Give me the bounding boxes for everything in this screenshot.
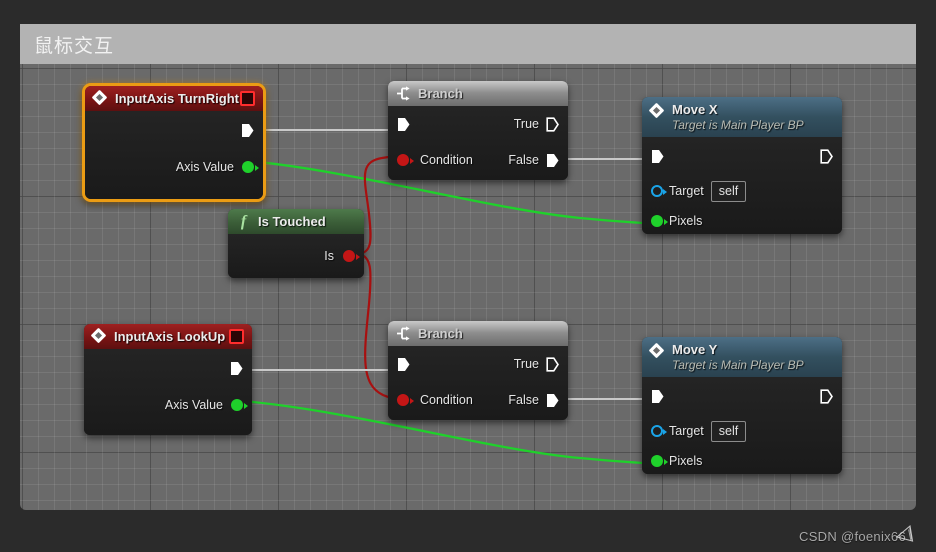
- pin-row-exec[interactable]: [642, 377, 842, 415]
- pin-label-condition: Condition: [420, 393, 473, 407]
- float-output-pin[interactable]: [231, 399, 248, 411]
- pin-label-pixels: Pixels: [669, 213, 703, 228]
- node-body: Target self Pixels: [642, 377, 842, 474]
- pin-row-target[interactable]: Target self: [642, 175, 842, 207]
- pin-row-exec[interactable]: True: [388, 346, 568, 382]
- exec-output-pin[interactable]: [241, 123, 254, 138]
- watermark: CSDN @foenix66: [799, 524, 914, 544]
- blueprint-window: 鼠标交互 InputAxis TurnRight Axis Value Bran…: [0, 0, 936, 552]
- node-title: Branch: [418, 326, 463, 341]
- exec-input-pin[interactable]: [651, 389, 664, 404]
- pin-row-target[interactable]: Target self: [642, 415, 842, 447]
- node-body: Is: [228, 234, 364, 278]
- pin-row-exec[interactable]: True: [388, 106, 568, 142]
- exec-output-pin-true[interactable]: [546, 116, 559, 132]
- node-move-x[interactable]: Move X Target is Main Player BP Target s…: [642, 97, 842, 234]
- exec-output-pin[interactable]: [230, 361, 243, 376]
- float-input-pin-pixels[interactable]: [651, 454, 668, 467]
- bool-input-pin-condition[interactable]: [397, 394, 414, 406]
- node-body: True Condition False: [388, 346, 568, 420]
- event-stop-square-icon[interactable]: [229, 329, 244, 344]
- exec-output-pin-true[interactable]: [546, 356, 559, 372]
- node-title: InputAxis LookUp: [114, 329, 226, 344]
- event-diamond-icon: [92, 90, 109, 107]
- node-header: Move Y Target is Main Player BP: [642, 337, 842, 377]
- blueprint-graph-canvas[interactable]: InputAxis TurnRight Axis Value Branch Tr…: [20, 64, 916, 510]
- node-input-axis-turn-right[interactable]: InputAxis TurnRight Axis Value: [82, 83, 266, 202]
- pin-label-target: Target: [669, 424, 704, 438]
- node-body: Axis Value: [84, 349, 252, 435]
- pin-label-true: True: [513, 357, 539, 371]
- pin-row-exec-out[interactable]: [84, 349, 252, 387]
- pin-row-exec[interactable]: [642, 137, 842, 175]
- exec-output-pin[interactable]: [820, 148, 833, 164]
- watermark-text: CSDN @foenix66: [799, 529, 906, 544]
- exec-input-pin[interactable]: [397, 117, 410, 132]
- bool-output-pin-is[interactable]: [343, 250, 360, 262]
- pin-label-false: False: [508, 393, 539, 407]
- event-stop-square-icon[interactable]: [240, 91, 255, 106]
- event-diamond-icon: [91, 328, 108, 345]
- node-branch-top[interactable]: Branch True Condition False: [388, 81, 568, 180]
- exec-output-pin-false[interactable]: [546, 153, 559, 168]
- node-header: Branch: [388, 321, 568, 346]
- bool-input-pin-condition[interactable]: [397, 154, 414, 166]
- window-titlebar: 鼠标交互: [20, 24, 916, 64]
- node-header: Move X Target is Main Player BP: [642, 97, 842, 137]
- function-diamond-icon: [649, 103, 666, 120]
- pin-row-exec-out[interactable]: [85, 111, 263, 149]
- target-value-field[interactable]: self: [710, 180, 747, 202]
- node-move-y[interactable]: Move Y Target is Main Player BP Target s…: [642, 337, 842, 474]
- csdn-logo-icon: [892, 524, 914, 544]
- pin-label-axis-value: Axis Value: [175, 160, 234, 174]
- pin-label-condition: Condition: [420, 153, 473, 167]
- node-title: Branch: [418, 86, 463, 101]
- pin-row-pixels[interactable]: Pixels: [642, 207, 842, 234]
- exec-output-pin[interactable]: [820, 388, 833, 404]
- node-input-axis-lookup[interactable]: InputAxis LookUp Axis Value: [84, 324, 252, 435]
- target-value-field[interactable]: self: [710, 420, 747, 442]
- float-input-pin-pixels[interactable]: [651, 214, 668, 227]
- node-subtitle: Target is Main Player BP: [672, 118, 804, 132]
- pin-label-is: Is: [324, 249, 334, 263]
- pin-label-axis-value: Axis Value: [164, 398, 223, 412]
- node-header: InputAxis TurnRight: [85, 86, 263, 111]
- object-input-pin-target[interactable]: [651, 425, 667, 437]
- node-subtitle: Target is Main Player BP: [672, 358, 804, 372]
- function-diamond-icon: [649, 343, 666, 360]
- exec-output-pin-false[interactable]: [546, 393, 559, 408]
- node-title: Is Touched: [258, 214, 326, 229]
- node-header: InputAxis LookUp: [84, 324, 252, 349]
- node-header: Branch: [388, 81, 568, 106]
- node-header: f Is Touched: [228, 209, 364, 234]
- pin-row-axis-value[interactable]: Axis Value: [85, 149, 263, 185]
- function-f-icon: f: [240, 213, 247, 230]
- exec-input-pin[interactable]: [397, 357, 410, 372]
- node-title: InputAxis TurnRight: [115, 91, 239, 106]
- page-title: 鼠标交互: [34, 35, 115, 57]
- branch-icon: [395, 85, 412, 102]
- node-body: Axis Value: [85, 111, 263, 199]
- node-body: Target self Pixels: [642, 137, 842, 234]
- pin-label-pixels: Pixels: [669, 453, 703, 468]
- object-input-pin-target[interactable]: [651, 185, 667, 197]
- pin-row-condition[interactable]: Condition False: [388, 382, 568, 418]
- pin-row-condition[interactable]: Condition False: [388, 142, 568, 178]
- node-body: True Condition False: [388, 106, 568, 180]
- exec-input-pin[interactable]: [651, 149, 664, 164]
- node-title: Move X: [672, 102, 718, 117]
- node-is-touched[interactable]: f Is Touched Is: [228, 209, 364, 278]
- pin-label-true: True: [513, 117, 539, 131]
- float-output-pin[interactable]: [242, 161, 259, 173]
- node-branch-bottom[interactable]: Branch True Condition False: [388, 321, 568, 420]
- branch-icon: [395, 325, 412, 342]
- pin-label-false: False: [508, 153, 539, 167]
- pin-row-axis-value[interactable]: Axis Value: [84, 387, 252, 423]
- pin-row-pixels[interactable]: Pixels: [642, 447, 842, 474]
- node-title: Move Y: [672, 342, 718, 357]
- pin-label-target: Target: [669, 184, 704, 198]
- pin-row-is[interactable]: Is: [228, 234, 364, 278]
